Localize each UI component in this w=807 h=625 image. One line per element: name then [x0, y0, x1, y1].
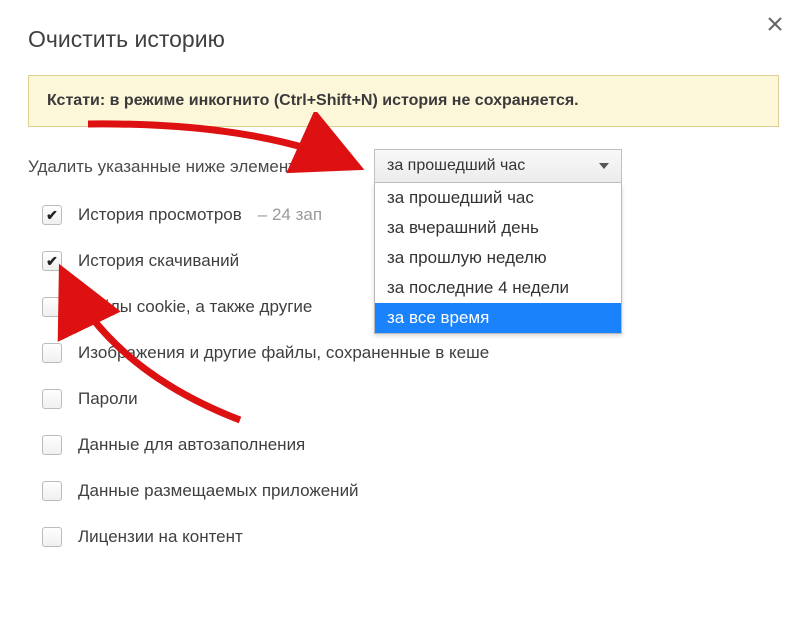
checkbox[interactable] — [42, 297, 62, 317]
time-range-select[interactable]: за прошедший час за прошедший часза вчер… — [374, 149, 622, 334]
checkbox-suffix: – 24 зап — [258, 205, 322, 225]
checkbox-label[interactable]: Изображения и другие файлы, сохраненные … — [78, 343, 489, 363]
checkbox-row: Лицензии на контент — [42, 527, 779, 547]
close-button[interactable] — [767, 16, 787, 36]
checkbox-label[interactable]: Файлы cookie, а также другие — [78, 297, 312, 317]
time-range-selected-value: за прошедший час — [387, 157, 525, 174]
incognito-tip-banner: Кстати: в режиме инкогнито (Ctrl+Shift+N… — [28, 75, 779, 127]
time-range-select-button[interactable]: за прошедший час — [374, 149, 622, 183]
checkbox-row: Пароли — [42, 389, 779, 409]
delete-prompt-text: Удалить указанные ниже элементы — [28, 157, 308, 177]
time-range-option[interactable]: за все время — [375, 303, 621, 333]
checkbox-label[interactable]: Лицензии на контент — [78, 527, 243, 547]
time-range-option[interactable]: за вчерашний день — [375, 213, 621, 243]
checkbox-label[interactable]: Данные для автозаполнения — [78, 435, 305, 455]
checkbox-label[interactable]: Данные размещаемых приложений — [78, 481, 359, 501]
close-icon — [767, 16, 783, 32]
checkbox[interactable] — [42, 527, 62, 547]
checkbox-row: Данные размещаемых приложений — [42, 481, 779, 501]
checkbox[interactable] — [42, 343, 62, 363]
checkbox[interactable] — [42, 251, 62, 271]
chevron-down-icon — [599, 163, 609, 169]
checkbox-row: Данные для автозаполнения — [42, 435, 779, 455]
time-range-option[interactable]: за прошлую неделю — [375, 243, 621, 273]
checkbox[interactable] — [42, 435, 62, 455]
time-range-dropdown[interactable]: за прошедший часза вчерашний деньза прош… — [374, 183, 622, 334]
checkbox[interactable] — [42, 205, 62, 225]
checkbox-label[interactable]: Пароли — [78, 389, 138, 409]
time-range-option[interactable]: за последние 4 недели — [375, 273, 621, 303]
delete-prompt-row: Удалить указанные ниже элементы за проше… — [28, 157, 779, 177]
clear-history-dialog: Очистить историю Кстати: в режиме инкогн… — [0, 0, 807, 573]
checkbox-label[interactable]: История просмотров — [78, 205, 242, 225]
checkbox-label[interactable]: История скачиваний — [78, 251, 239, 271]
dialog-title: Очистить историю — [28, 26, 779, 53]
checkbox-row: Изображения и другие файлы, сохраненные … — [42, 343, 779, 363]
time-range-option[interactable]: за прошедший час — [375, 183, 621, 213]
checkbox[interactable] — [42, 389, 62, 409]
checkbox[interactable] — [42, 481, 62, 501]
